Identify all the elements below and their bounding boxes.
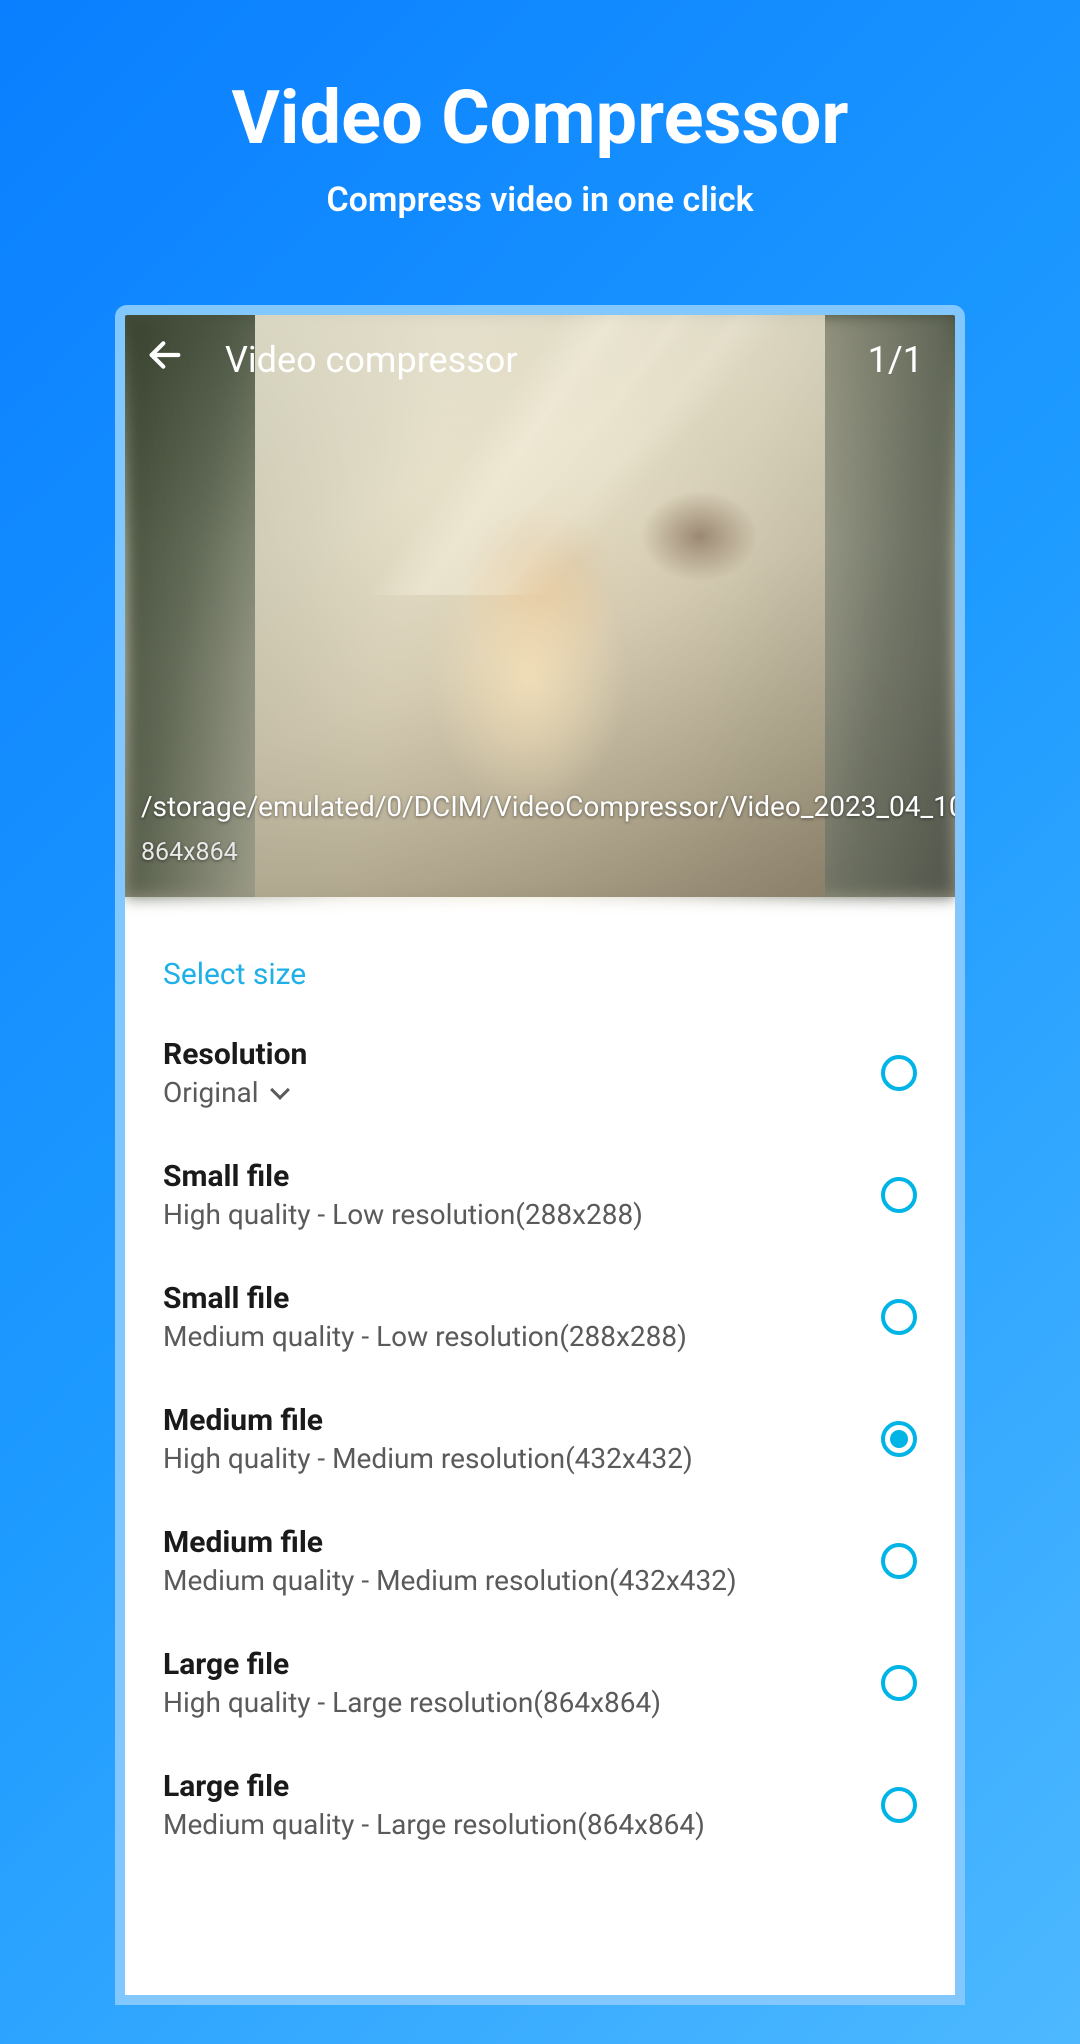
video-info: /storage/emulated/0/DCIM/VideoCompressor… xyxy=(125,788,955,897)
radio-button[interactable] xyxy=(881,1299,917,1335)
video-path: /storage/emulated/0/DCIM/VideoCompressor… xyxy=(141,788,939,826)
size-option-row[interactable]: Small file Medium quality - Low resolutio… xyxy=(163,1281,917,1353)
radio-button[interactable] xyxy=(881,1543,917,1579)
radio-button[interactable] xyxy=(881,1421,917,1457)
option-title: Resolution xyxy=(163,1037,881,1072)
option-title: Medium file xyxy=(163,1403,881,1438)
options-container: Select size Resolution Original Small file… xyxy=(125,897,955,1841)
chevron-down-icon xyxy=(270,1080,290,1100)
options-list: Resolution Original Small file High quality… xyxy=(163,1037,917,1841)
app-frame: Video compressor 1/1 /storage/emulated/0… xyxy=(115,305,965,2005)
app-header: Video compressor 1/1 xyxy=(125,315,955,405)
option-text: Small file Medium quality - Low resolutio… xyxy=(163,1281,881,1353)
promo-container: Video Compressor Compress video in one c… xyxy=(0,0,1080,2044)
option-subtitle: Medium quality - Low resolution(288x288) xyxy=(163,1320,881,1353)
option-title: Large file xyxy=(163,1769,881,1804)
option-text: Large file Medium quality - Large resolut… xyxy=(163,1769,881,1841)
radio-button[interactable] xyxy=(881,1055,917,1091)
option-subtitle[interactable]: Original xyxy=(163,1076,881,1109)
option-subtitle: Medium quality - Medium resolution(432x4… xyxy=(163,1564,881,1597)
option-subtitle: High quality - Large resolution(864x864) xyxy=(163,1686,881,1719)
option-title: Small file xyxy=(163,1159,881,1194)
option-text: Medium file High quality - Medium resolut… xyxy=(163,1403,881,1475)
option-text: Medium file Medium quality - Medium resol… xyxy=(163,1525,881,1597)
back-arrow-icon[interactable] xyxy=(145,334,185,386)
radio-inner xyxy=(890,1430,908,1448)
option-text: Resolution Original xyxy=(163,1037,881,1109)
option-subtitle: High quality - Medium resolution(432x432… xyxy=(163,1442,881,1475)
size-option-row[interactable]: Medium file High quality - Medium resolut… xyxy=(163,1403,917,1475)
page-counter: 1/1 xyxy=(868,339,935,381)
video-dimensions: 864x864 xyxy=(141,838,939,867)
radio-button[interactable] xyxy=(881,1665,917,1701)
promo-subtitle: Compress video in one click xyxy=(326,180,753,220)
option-subtitle: Medium quality - Large resolution(864x86… xyxy=(163,1808,881,1841)
section-title: Select size xyxy=(163,957,917,992)
promo-title: Video Compressor xyxy=(232,75,849,162)
size-option-row[interactable]: Resolution Original xyxy=(163,1037,917,1109)
option-title: Large file xyxy=(163,1647,881,1682)
option-text: Large file High quality - Large resolutio… xyxy=(163,1647,881,1719)
video-preview: Video compressor 1/1 /storage/emulated/0… xyxy=(125,315,955,897)
option-title: Medium file xyxy=(163,1525,881,1560)
size-option-row[interactable]: Medium file Medium quality - Medium resol… xyxy=(163,1525,917,1597)
size-option-row[interactable]: Large file High quality - Large resolutio… xyxy=(163,1647,917,1719)
radio-button[interactable] xyxy=(881,1177,917,1213)
size-option-row[interactable]: Large file Medium quality - Large resolut… xyxy=(163,1769,917,1841)
option-title: Small file xyxy=(163,1281,881,1316)
radio-button[interactable] xyxy=(881,1787,917,1823)
option-text: Small file High quality - Low resolution(… xyxy=(163,1159,881,1231)
option-subtitle: High quality - Low resolution(288x288) xyxy=(163,1198,881,1231)
app-header-title: Video compressor xyxy=(225,339,868,381)
size-option-row[interactable]: Small file High quality - Low resolution(… xyxy=(163,1159,917,1231)
